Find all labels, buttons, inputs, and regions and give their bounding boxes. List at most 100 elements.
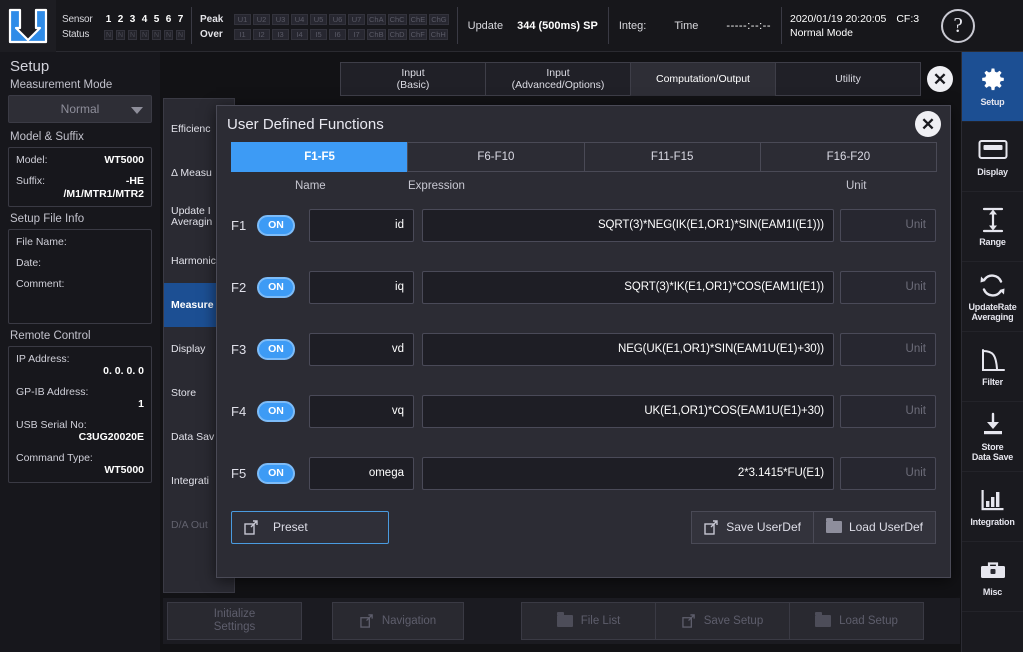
over-cell-list: I1 I2 I3 I4 I5 I6 I7 ChB ChD ChF ChH — [234, 29, 448, 40]
save-userdef-button[interactable]: Save UserDef — [691, 510, 814, 544]
model-suffix-box: Model: WT5000 Suffix: -HE /M1/MTR1/MTR2 — [8, 147, 152, 207]
update-rate-block: Update 344 (500ms) SP — [458, 0, 608, 51]
over-cell: I5 — [310, 29, 327, 40]
function-enable-toggle[interactable]: ON — [257, 214, 295, 236]
preset-label: Preset — [273, 520, 308, 534]
function-unit-input[interactable]: Unit — [840, 394, 936, 428]
sensor-label: Sensor — [62, 14, 93, 25]
tab-computation-output[interactable]: Computation/Output — [630, 62, 776, 96]
preset-button[interactable]: Preset — [231, 510, 389, 544]
ip-address-key: IP Address: — [16, 353, 70, 365]
user-defined-functions-dialog: User Defined Functions ✕ F1-F5 F6-F10 F1… — [216, 105, 951, 578]
sidebar-label: Filter — [982, 377, 1003, 387]
tab-f6-f10[interactable]: F6-F10 — [407, 142, 585, 172]
close-icon: ✕ — [915, 111, 941, 137]
peak-cell: U6 — [329, 14, 346, 25]
mode-indicator: Normal Mode — [790, 26, 854, 39]
folder-icon — [556, 612, 573, 627]
function-expression-input[interactable]: NEG(UK(E1,OR1)*SIN(EAM1U(E1)+30)) — [422, 332, 834, 366]
sensor-number: 6 — [165, 14, 172, 25]
function-unit-input[interactable]: Unit — [840, 456, 936, 490]
setup-file-info-label: Setup File Info — [10, 213, 85, 225]
sensor-number: 7 — [177, 14, 184, 25]
load-userdef-button[interactable]: Load UserDef — [812, 510, 936, 544]
function-enable-toggle[interactable]: ON — [257, 276, 295, 298]
sidebar-item-setup[interactable]: Setup — [962, 52, 1023, 122]
dialog-header: User Defined Functions ✕ — [217, 106, 950, 142]
save-setup-button[interactable]: Save Setup — [655, 602, 790, 640]
tab-label-line2: (Basic) — [396, 79, 430, 91]
remote-control-box: IP Address: 0. 0. 0. 0 GP-IB Address: 1 … — [8, 346, 152, 483]
status-cell: N — [164, 29, 173, 40]
gear-icon — [980, 66, 1006, 94]
peak-cell: U5 — [310, 14, 327, 25]
sidebar-item-store-datasave[interactable]: Store Data Save — [962, 402, 1023, 472]
peak-cell: ChA — [367, 14, 386, 25]
function-enable-toggle[interactable]: ON — [257, 462, 295, 484]
load-setup-button[interactable]: Load Setup — [789, 602, 924, 640]
tab-utility[interactable]: Utility — [775, 62, 921, 96]
peak-label: Peak — [200, 14, 224, 25]
right-nav-sidebar: Setup Display Range UpdateRate Averaging… — [961, 52, 1023, 652]
date-key: Date: — [16, 257, 42, 269]
update-value: 344 (500ms) SP — [517, 19, 598, 32]
tab-f16-f20[interactable]: F16-F20 — [759, 142, 937, 172]
comment-key: Comment: — [16, 278, 65, 290]
save-setup-label: Save Setup — [703, 614, 764, 627]
function-name-input[interactable]: vq — [309, 394, 414, 428]
help-button[interactable]: ? — [927, 0, 989, 51]
function-id: F4 — [231, 403, 247, 419]
main-tab-bar: Input (Basic) Input (Advanced/Options) C… — [340, 62, 960, 96]
sidebar-item-range[interactable]: Range — [962, 192, 1023, 262]
dialog-close-button[interactable]: ✕ — [915, 111, 941, 137]
sidebar-item-updaterate-averaging[interactable]: UpdateRate Averaging — [962, 262, 1023, 332]
sidebar-item-integration[interactable]: Integration — [962, 472, 1023, 542]
external-window-icon — [704, 519, 718, 535]
bar-chart-icon — [980, 486, 1006, 514]
sidebar-label: Range — [979, 237, 1006, 247]
function-row: F5 ON omega 2*3.1415*FU(E1) Unit — [217, 442, 950, 504]
tab-input-advanced[interactable]: Input (Advanced/Options) — [485, 62, 631, 96]
function-expression-input[interactable]: UK(E1,OR1)*COS(EAM1U(E1)+30) — [422, 394, 834, 428]
monitor-icon — [978, 136, 1008, 164]
sensor-number: 4 — [141, 14, 148, 25]
sidebar-item-misc[interactable]: Misc — [962, 542, 1023, 612]
toolbox-icon — [979, 556, 1007, 584]
measurement-mode-label: Measurement Mode — [10, 79, 113, 91]
close-tabbar-button[interactable]: ✕ — [920, 62, 960, 96]
over-cell: I2 — [253, 29, 270, 40]
sensor-number: 1 — [105, 14, 112, 25]
function-unit-input[interactable]: Unit — [840, 270, 936, 304]
function-name-input[interactable]: id — [309, 208, 414, 242]
function-name-input[interactable]: vd — [309, 332, 414, 366]
function-expression-input[interactable]: SQRT(3)*NEG(IK(E1,OR1)*SIN(EAM1I(E1))) — [422, 208, 834, 242]
column-headers: Name Expression Unit — [217, 172, 950, 194]
function-enable-toggle[interactable]: ON — [257, 400, 295, 422]
status-cell: N — [128, 29, 137, 40]
function-unit-input[interactable]: Unit — [840, 332, 936, 366]
dialog-footer: Preset Save UserDef Load UserDef — [217, 504, 950, 546]
file-list-button[interactable]: File List — [521, 602, 656, 640]
external-window-icon — [360, 614, 373, 628]
navigation-label: Navigation — [381, 614, 437, 627]
tab-f11-f15[interactable]: F11-F15 — [583, 142, 761, 172]
tab-input-basic[interactable]: Input (Basic) — [340, 62, 486, 96]
sidebar-item-display[interactable]: Display — [962, 122, 1023, 192]
function-name-input[interactable]: iq — [309, 270, 414, 304]
sidebar-label: Misc — [982, 587, 1003, 597]
usb-serial-value: C3UG20020E — [78, 431, 144, 443]
peak-cell: ChC — [387, 14, 407, 25]
status-cell: N — [152, 29, 161, 40]
function-unit-input[interactable]: Unit — [840, 208, 936, 242]
peak-over-block: Peak U1 U2 U3 U4 U5 U6 U7 ChA ChC ChE Ch… — [192, 0, 457, 51]
tab-f1-f5[interactable]: F1-F5 — [231, 142, 409, 172]
function-name-input[interactable]: omega — [309, 456, 414, 490]
function-expression-input[interactable]: 2*3.1415*FU(E1) — [422, 456, 834, 490]
initialize-settings-button[interactable]: Initialize Settings — [167, 602, 302, 640]
function-enable-toggle[interactable]: ON — [257, 338, 295, 360]
peak-cell: U1 — [234, 14, 251, 25]
measurement-mode-select[interactable]: Normal — [8, 95, 152, 123]
sidebar-item-filter[interactable]: Filter — [962, 332, 1023, 402]
navigation-button[interactable]: Navigation — [332, 602, 464, 640]
function-expression-input[interactable]: SQRT(3)*IK(E1,OR1)*COS(EAM1I(E1)) — [422, 270, 834, 304]
